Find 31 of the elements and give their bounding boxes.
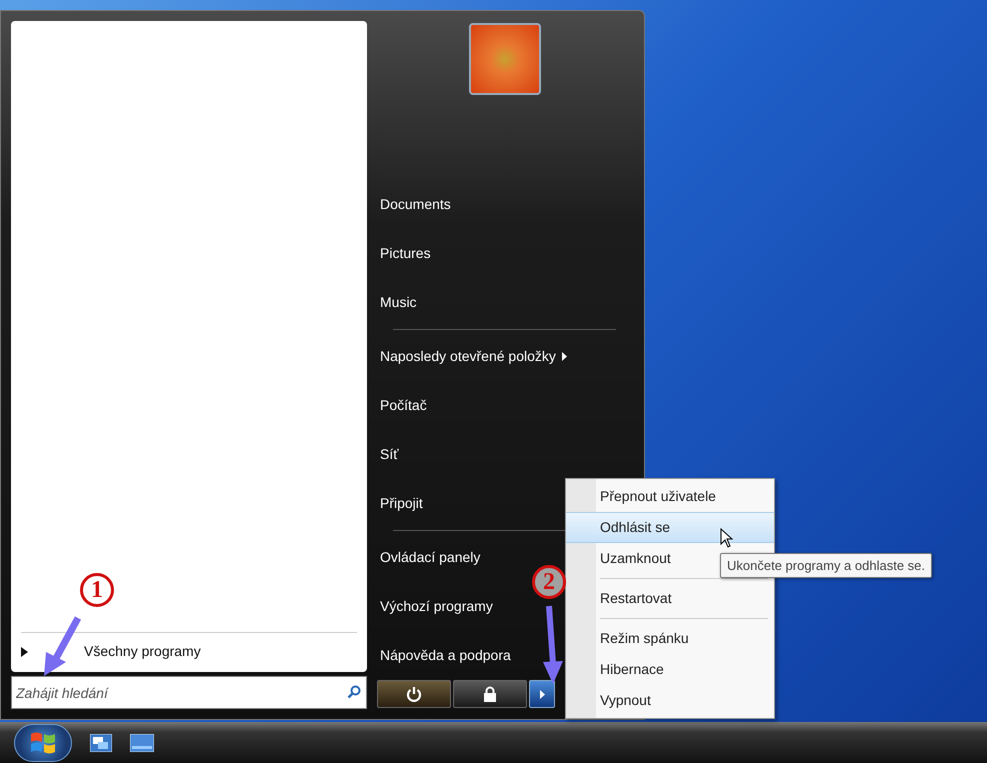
- mouse-cursor-icon: [720, 528, 733, 548]
- window-switch-icon[interactable]: [130, 734, 154, 752]
- padlock-icon: [483, 686, 497, 702]
- flag-logo-icon: [30, 730, 56, 754]
- all-programs-item[interactable]: Všechny programy: [84, 641, 201, 662]
- menu-item[interactable]: Music: [375, 278, 634, 327]
- power-button[interactable]: [377, 680, 451, 708]
- menu-item[interactable]: Počítač: [375, 381, 634, 430]
- power-icon: [406, 686, 422, 702]
- search-icon[interactable]: [347, 685, 361, 699]
- menu-item[interactable]: Pictures: [375, 229, 634, 278]
- annotation-number: 2: [532, 565, 566, 599]
- show-desktop-icon[interactable]: [90, 734, 112, 752]
- tooltip: Ukončete programy a odhlaste se.: [720, 553, 932, 578]
- search-field[interactable]: Zahájit hledání: [11, 676, 367, 709]
- menu-item[interactable]: Documents: [375, 180, 634, 229]
- lock-button[interactable]: [453, 680, 527, 708]
- caret-icon: [540, 690, 544, 698]
- power-options-button[interactable]: [529, 680, 555, 708]
- menu-item-with-submenu[interactable]: Naposledy otevřené položky: [375, 332, 634, 381]
- power-menu-item[interactable]: Odhlásit se: [566, 512, 774, 543]
- triangle-icon: [21, 646, 28, 656]
- menu-item[interactable]: Síť: [375, 430, 634, 479]
- power-menu-item[interactable]: Režim spánku: [566, 623, 774, 654]
- submenu-arrow-icon: [562, 352, 567, 361]
- power-menu-item[interactable]: Restartovat: [566, 583, 774, 614]
- power-menu-item[interactable]: Hibernace: [566, 654, 774, 685]
- start-button[interactable]: [14, 724, 72, 762]
- power-menu-item[interactable]: Vypnout: [566, 685, 774, 716]
- annotation-number: 1: [80, 573, 114, 607]
- power-menu-item[interactable]: Přepnout uživatele: [566, 481, 774, 512]
